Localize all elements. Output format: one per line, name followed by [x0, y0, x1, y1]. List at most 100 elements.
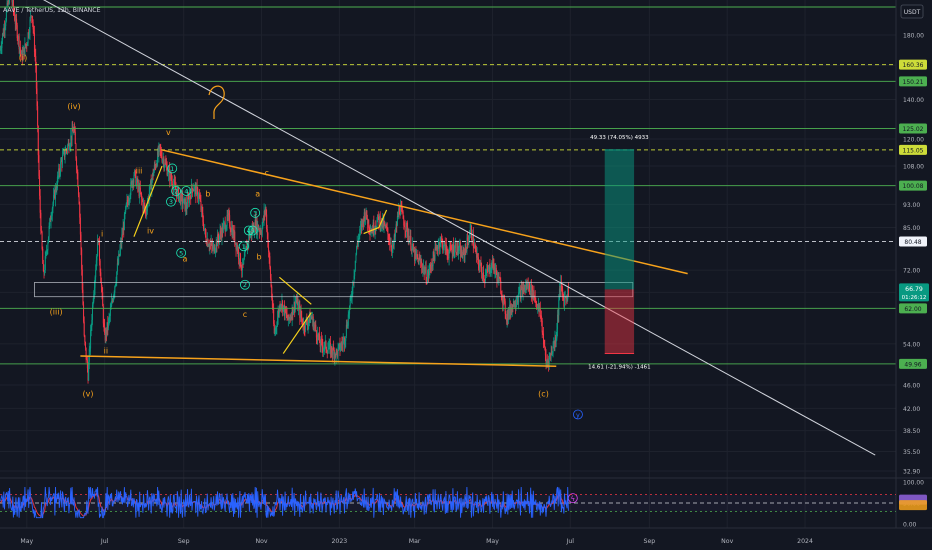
bar-countdown: 01:26:12: [902, 295, 927, 301]
candle: [417, 257, 419, 259]
time-tick-label: May: [486, 538, 499, 545]
price-tick-label: 46.00: [903, 383, 920, 390]
time-tick-label: Jul: [566, 538, 575, 545]
rsi-tick-label: 100.00: [903, 480, 924, 487]
price-tick-label: 108.00: [903, 164, 924, 171]
candle: [455, 243, 457, 253]
candle: [67, 145, 69, 151]
circled-wave-label: 4: [184, 187, 188, 195]
candle: [528, 282, 530, 292]
price-tick-label: 42.00: [903, 406, 920, 413]
circled-wave-label: 5: [179, 249, 183, 257]
profit-zone: [604, 149, 635, 290]
candle: [484, 275, 486, 281]
wave-label: (iii): [50, 308, 63, 317]
candle: [567, 287, 569, 296]
candle: [83, 321, 85, 336]
currency-label: USDT: [904, 9, 921, 16]
candle: [377, 214, 379, 217]
candle: [564, 297, 566, 307]
price-tick-label: 32.90: [903, 468, 920, 475]
candle: [562, 289, 564, 295]
candle: [269, 256, 271, 267]
price-chart[interactable]: 49.33 (74.05%) 4933 14.61 (-21.94%) -1461…: [0, 0, 932, 550]
circled-wave-label: 3: [253, 209, 257, 217]
price-tick-label: 72.00: [903, 268, 920, 275]
loss-label: 14.61 (-21.94%) -1461: [588, 365, 650, 371]
candle: [243, 256, 245, 260]
candle: [396, 216, 398, 226]
price-level-tag-label: 160.36: [903, 62, 924, 69]
time-tick-label: Nov: [721, 538, 733, 545]
time-tick-label: Sep: [178, 538, 190, 545]
candle: [96, 256, 98, 261]
price-tick-label: 140.00: [903, 97, 924, 104]
circled-wave-label: y: [576, 411, 580, 419]
price-tick-label: 180.00: [903, 33, 924, 40]
circled-wave-label: 2: [243, 281, 247, 289]
price-level-tag-label: 100.08: [903, 183, 924, 190]
wave-label: b: [256, 253, 261, 262]
candle: [64, 154, 66, 158]
price-tick-label: 85.00: [903, 225, 920, 232]
candle: [99, 240, 101, 261]
price-tick-label: 38.50: [903, 428, 920, 435]
time-tick-label: May: [20, 538, 33, 545]
time-tick-label: Nov: [256, 538, 268, 545]
candle: [109, 309, 111, 317]
rsi-ma-tag: [899, 500, 927, 511]
candle: [9, 0, 11, 3]
candle: [483, 272, 485, 279]
price-tick-label: 93.00: [903, 202, 920, 209]
price-level-tag-label: 80.48: [904, 239, 921, 246]
circled-wave-label: 3: [169, 198, 173, 206]
time-tick-label: 2024: [797, 538, 813, 545]
candle: [74, 131, 76, 144]
price-level-tag-label: 125.02: [903, 126, 924, 133]
candle: [47, 242, 49, 251]
wave-label: i: [101, 230, 103, 239]
price-axis: USDT180.00160.00140.00120.00108.0093.008…: [895, 0, 932, 550]
candle: [139, 187, 141, 194]
wave-label: (i): [19, 53, 27, 62]
price-tick-label: 120.00: [903, 137, 924, 144]
wave-label: v: [166, 128, 171, 137]
time-tick-label: Jul: [100, 538, 109, 545]
wave-label: b: [205, 189, 210, 198]
chart-header: AAVE / TetherUS, 12h, BINANCE: [3, 7, 101, 14]
last-price-value: 66.79: [905, 286, 923, 293]
wave-label: (iv): [67, 102, 80, 111]
chart-background: [0, 0, 932, 550]
circled-wave-label: 1: [242, 243, 246, 251]
candle: [558, 299, 560, 316]
wave-label: iv: [147, 227, 154, 236]
candle: [41, 231, 43, 249]
wave-label: c: [243, 310, 247, 319]
price-tick-label: 35.50: [903, 449, 920, 456]
candle: [202, 222, 204, 230]
circled-wave-label: 5: [251, 227, 255, 235]
price-level-tag-label: 62.00: [904, 306, 921, 313]
candle: [470, 226, 472, 239]
candle: [60, 161, 62, 173]
candle: [95, 269, 97, 278]
wave-label: ii: [104, 347, 108, 356]
wave-label: a: [255, 189, 260, 198]
candle: [539, 308, 541, 317]
rsi-tick-label: 0.00: [903, 522, 917, 529]
time-tick-label: Mar: [409, 538, 421, 545]
profit-label: 49.33 (74.05%) 4933: [590, 135, 649, 141]
wave-label: c: [264, 169, 268, 178]
price-level-tag-label: 150.21: [903, 79, 924, 86]
circled-wave-label: 1: [170, 165, 174, 173]
candle: [239, 253, 241, 267]
loss-zone: [604, 289, 635, 354]
candle: [77, 172, 79, 187]
price-level-tag-label: 115.05: [903, 147, 924, 154]
candle: [84, 342, 86, 348]
time-tick-label: Sep: [644, 538, 656, 545]
candle: [387, 228, 389, 235]
candle: [410, 235, 412, 250]
circled-wave-label: 2: [174, 187, 178, 195]
candle: [238, 249, 240, 259]
